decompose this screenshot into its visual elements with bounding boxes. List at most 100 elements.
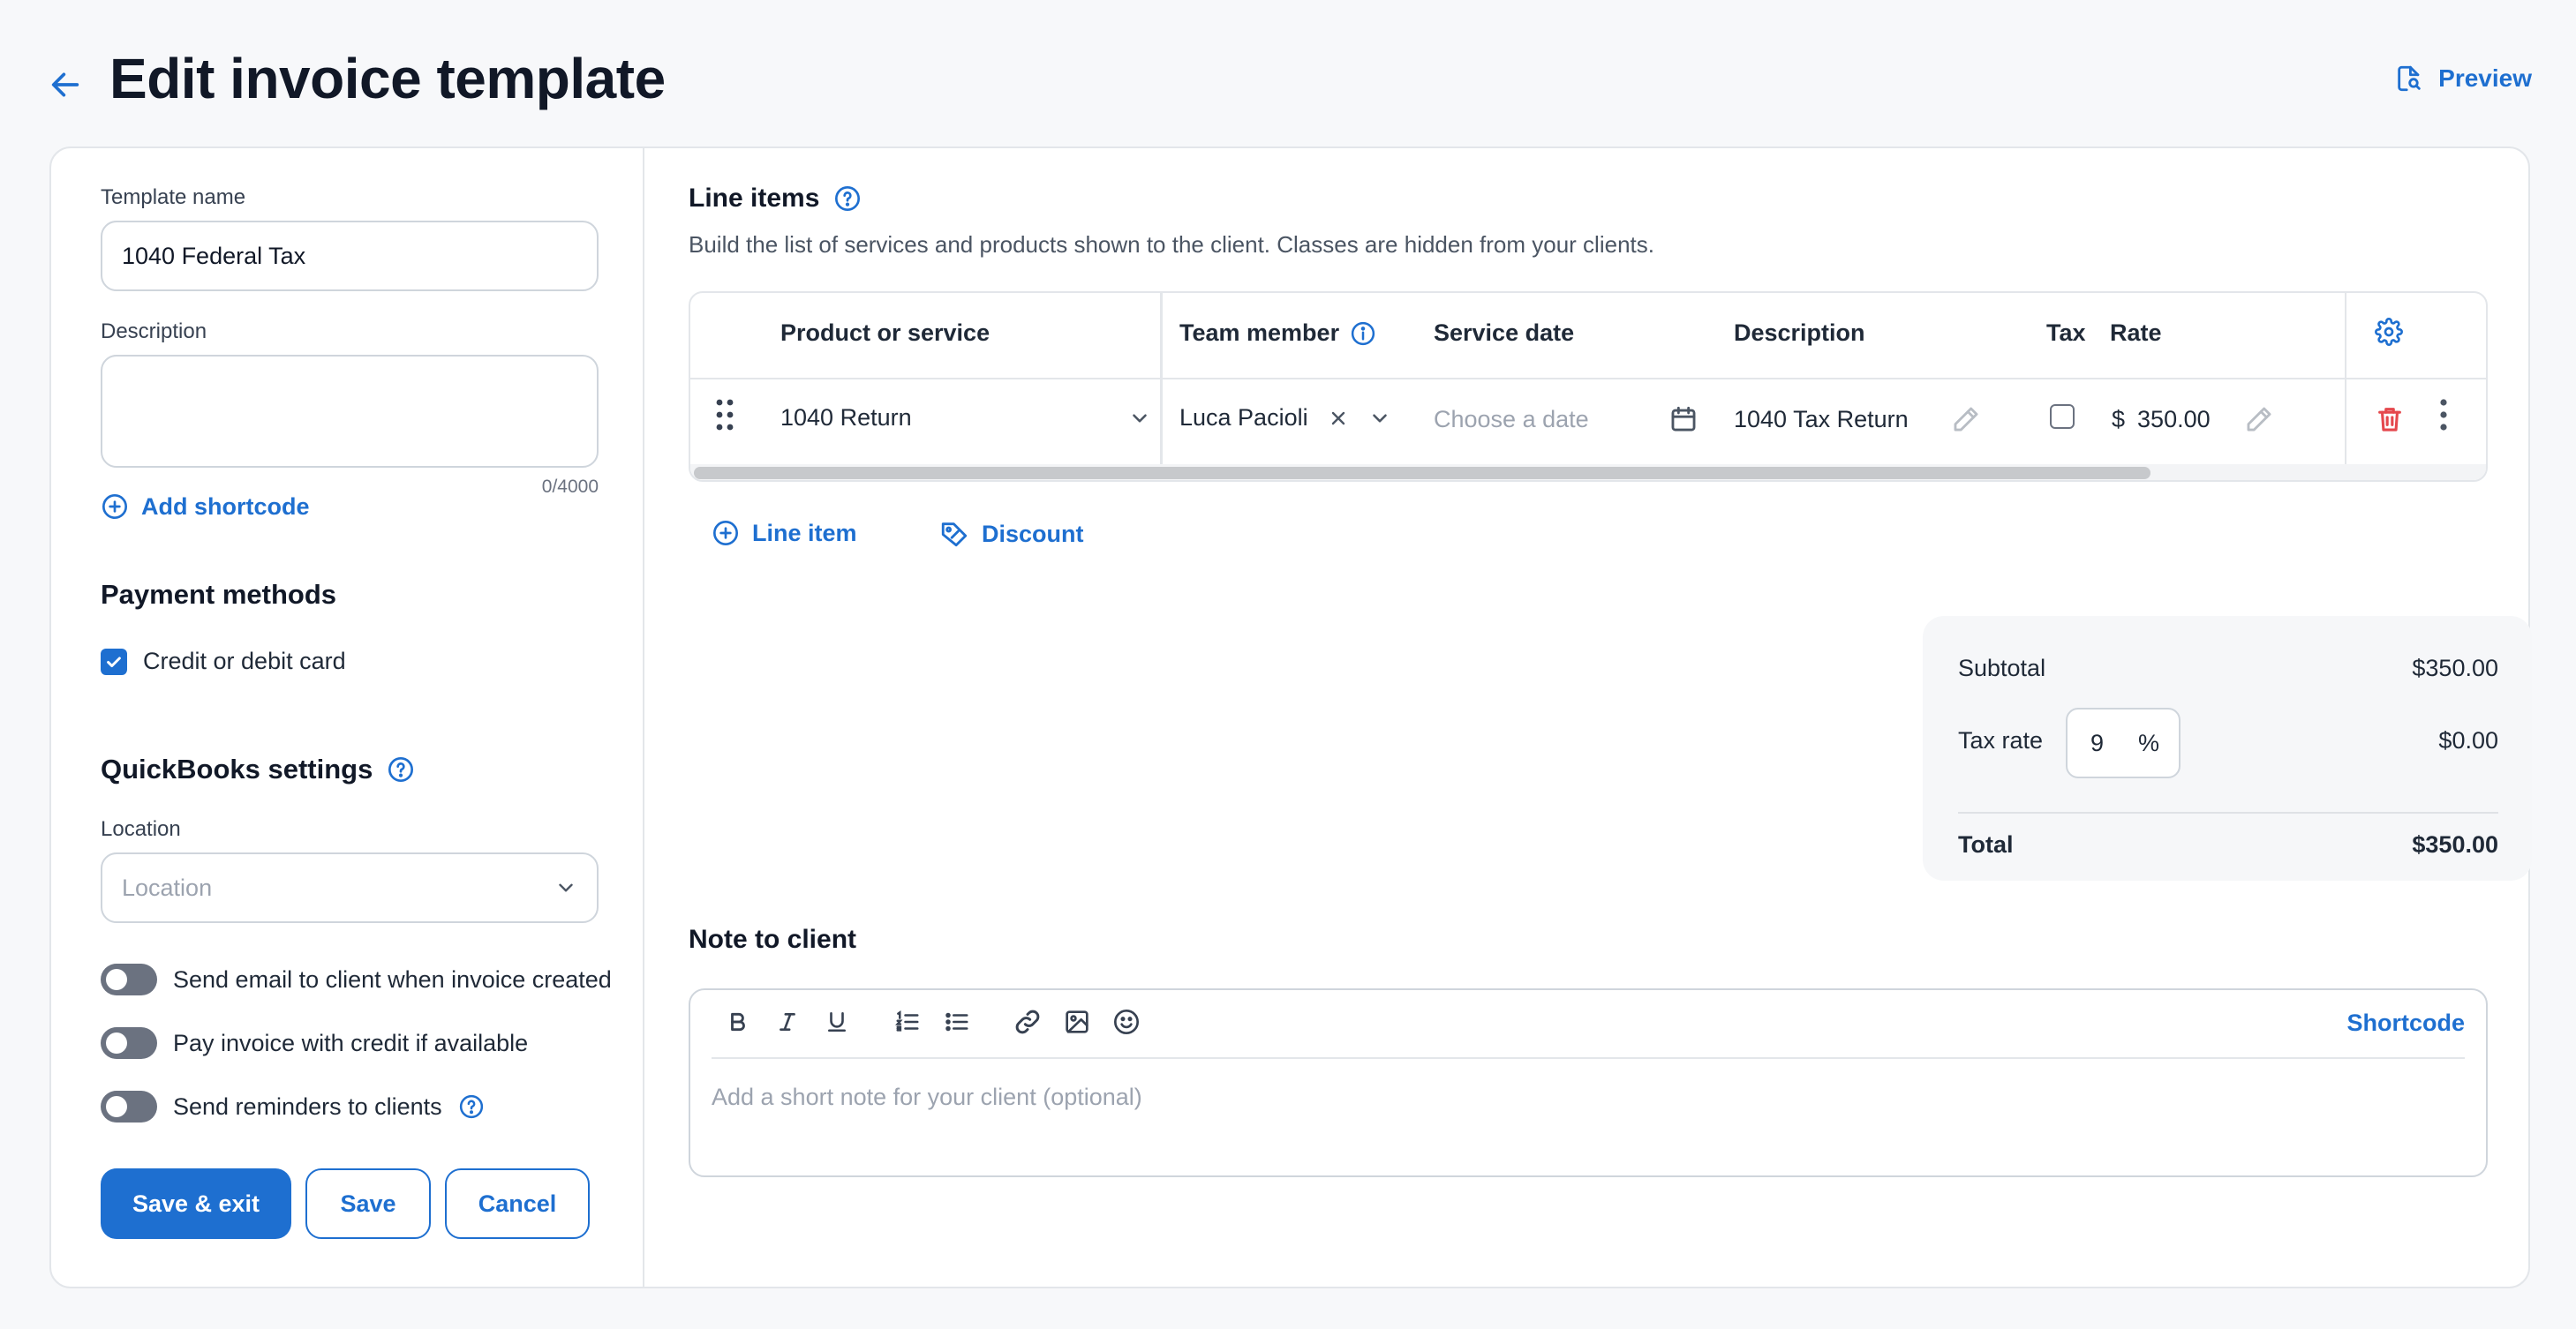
template-name-label: Template name <box>101 185 246 209</box>
toggle-row-reminders[interactable]: Send reminders to clients <box>101 1091 485 1123</box>
image-icon <box>1066 1010 1088 1033</box>
note-placeholder: Add a short note for your client (option… <box>712 1084 1142 1110</box>
table-settings-button[interactable] <box>2375 318 2403 346</box>
toggle-row-credit[interactable]: Pay invoice with credit if available <box>101 1027 528 1059</box>
add-discount-label: Discount <box>982 520 1084 547</box>
email-on-create-toggle[interactable] <box>101 964 157 995</box>
tax-rate-label: Tax rate <box>1958 727 2044 754</box>
chevron-down-icon <box>559 883 573 892</box>
team-member-select[interactable]: Luca Pacioli <box>1179 404 1391 432</box>
description-cell[interactable]: 1040 Tax Return <box>1734 404 1981 434</box>
numbered-list-button[interactable] <box>893 1006 922 1038</box>
checkmark-icon <box>107 656 121 667</box>
location-select[interactable]: Location <box>101 852 599 923</box>
description-textarea[interactable] <box>101 355 599 468</box>
tax-rate-value: 9 <box>2090 729 2105 756</box>
tax-rate-input[interactable]: 9 % <box>2066 708 2181 778</box>
toggle-row-email[interactable]: Send email to client when invoice create… <box>101 964 612 995</box>
note-title: Note to client <box>689 925 856 955</box>
help-icon[interactable] <box>833 184 862 213</box>
editor-card: Template name 1040 Federal Tax Descripti… <box>49 146 2532 1288</box>
drag-handle-icon <box>716 399 734 431</box>
add-line-item-link[interactable]: Line item <box>712 519 857 547</box>
gear-icon <box>2375 318 2403 346</box>
help-icon[interactable] <box>387 755 415 784</box>
italic-button[interactable] <box>773 1006 802 1038</box>
calendar-icon[interactable] <box>1668 404 1699 434</box>
tax-checkbox-cell[interactable] <box>2050 404 2075 429</box>
pencil-icon[interactable] <box>1951 404 1981 434</box>
totals-divider <box>1958 812 2498 814</box>
document-search-icon <box>2398 65 2421 92</box>
column-header-date: Service date <box>1434 319 1575 346</box>
row-more-button[interactable] <box>2437 397 2451 432</box>
line-items-title-text: Line items <box>689 184 820 213</box>
add-discount-link[interactable]: Discount <box>939 519 1084 549</box>
image-button[interactable] <box>1063 1006 1091 1038</box>
emoji-button[interactable] <box>1112 1006 1141 1038</box>
delete-row-button[interactable] <box>2375 404 2405 434</box>
help-icon[interactable] <box>458 1093 485 1120</box>
tax-checkbox[interactable] <box>2050 404 2075 429</box>
template-name-input[interactable]: 1040 Federal Tax <box>101 221 599 291</box>
column-divider <box>1160 293 1163 464</box>
checkbox-checked[interactable] <box>101 648 127 675</box>
info-icon[interactable] <box>1350 320 1376 347</box>
bullet-list-button[interactable] <box>943 1006 971 1038</box>
service-date-placeholder: Choose a date <box>1434 405 1589 432</box>
link-button[interactable] <box>1013 1006 1042 1038</box>
template-name-value: 1040 Federal Tax <box>122 242 306 269</box>
note-editor[interactable]: Shortcode Add a short note for your clie… <box>689 988 2488 1177</box>
preview-button[interactable]: Preview <box>2394 64 2532 94</box>
product-select[interactable]: 1040 Return <box>780 404 1151 432</box>
rate-value: 350.00 <box>2137 405 2211 432</box>
horizontal-scrollbar[interactable] <box>690 464 2486 480</box>
scrollbar-thumb[interactable] <box>694 467 2150 479</box>
note-title-text: Note to client <box>689 925 857 954</box>
tax-value: $0.00 <box>2438 727 2498 754</box>
line-items-title: Line items <box>689 184 862 214</box>
add-line-item-label: Line item <box>752 519 857 546</box>
subtotal-label: Subtotal <box>1958 655 2046 681</box>
cancel-button[interactable]: Cancel <box>445 1168 590 1239</box>
editor-toolbar <box>724 1006 1141 1038</box>
pencil-icon[interactable] <box>2244 404 2274 434</box>
rate-cell[interactable]: $ 350.00 <box>2112 404 2274 434</box>
line-items-panel: Line items Build the list of services an… <box>644 148 2532 1287</box>
subtotal-value: $350.00 <box>2412 655 2498 681</box>
bullet-list-icon <box>945 1012 968 1032</box>
shortcode-button[interactable]: Shortcode <box>2346 1010 2465 1037</box>
payment-method-card[interactable]: Credit or debit card <box>101 648 346 675</box>
plus-circle-icon <box>102 494 127 519</box>
quickbooks-title-text: QuickBooks settings <box>101 754 373 785</box>
pay-with-credit-toggle[interactable] <box>101 1027 157 1059</box>
payment-methods-title-text: Payment methods <box>101 579 337 610</box>
tag-icon <box>941 522 968 547</box>
product-value: 1040 Return <box>780 404 912 431</box>
service-date-input[interactable]: Choose a date <box>1434 404 1699 434</box>
save-button[interactable]: Save <box>305 1168 431 1239</box>
bold-button[interactable] <box>724 1006 752 1038</box>
payment-methods-title: Payment methods <box>101 579 336 611</box>
underline-button[interactable] <box>823 1006 851 1038</box>
quickbooks-settings-title: QuickBooks settings <box>101 754 415 785</box>
toggle-label: Send reminders to clients <box>173 1092 442 1120</box>
page: Edit invoice template Preview Template n… <box>0 0 2576 1329</box>
drag-handle[interactable] <box>712 397 738 432</box>
numbered-list-icon <box>895 1010 919 1032</box>
line-description-value: 1040 Tax Return <box>1734 405 1909 432</box>
column-header-tax: Tax <box>2046 319 2086 346</box>
description-counter: 0/4000 <box>541 477 599 497</box>
add-shortcode-label: Add shortcode <box>141 492 310 520</box>
add-shortcode-link[interactable]: Add shortcode <box>101 492 310 521</box>
send-reminders-toggle[interactable] <box>101 1091 157 1123</box>
column-header-rate: Rate <box>2110 319 2162 346</box>
totals-panel: Subtotal $350.00 Tax rate 9 % $0.00 Tota… <box>1923 616 2532 881</box>
close-icon[interactable] <box>1328 408 1349 429</box>
tax-rate-unit: % <box>2137 729 2159 756</box>
currency-symbol: $ <box>2112 405 2126 432</box>
location-placeholder: Location <box>122 874 213 901</box>
total-label: Total <box>1958 831 2014 858</box>
save-exit-button[interactable]: Save & exit <box>101 1168 291 1239</box>
back-button[interactable] <box>42 62 88 108</box>
